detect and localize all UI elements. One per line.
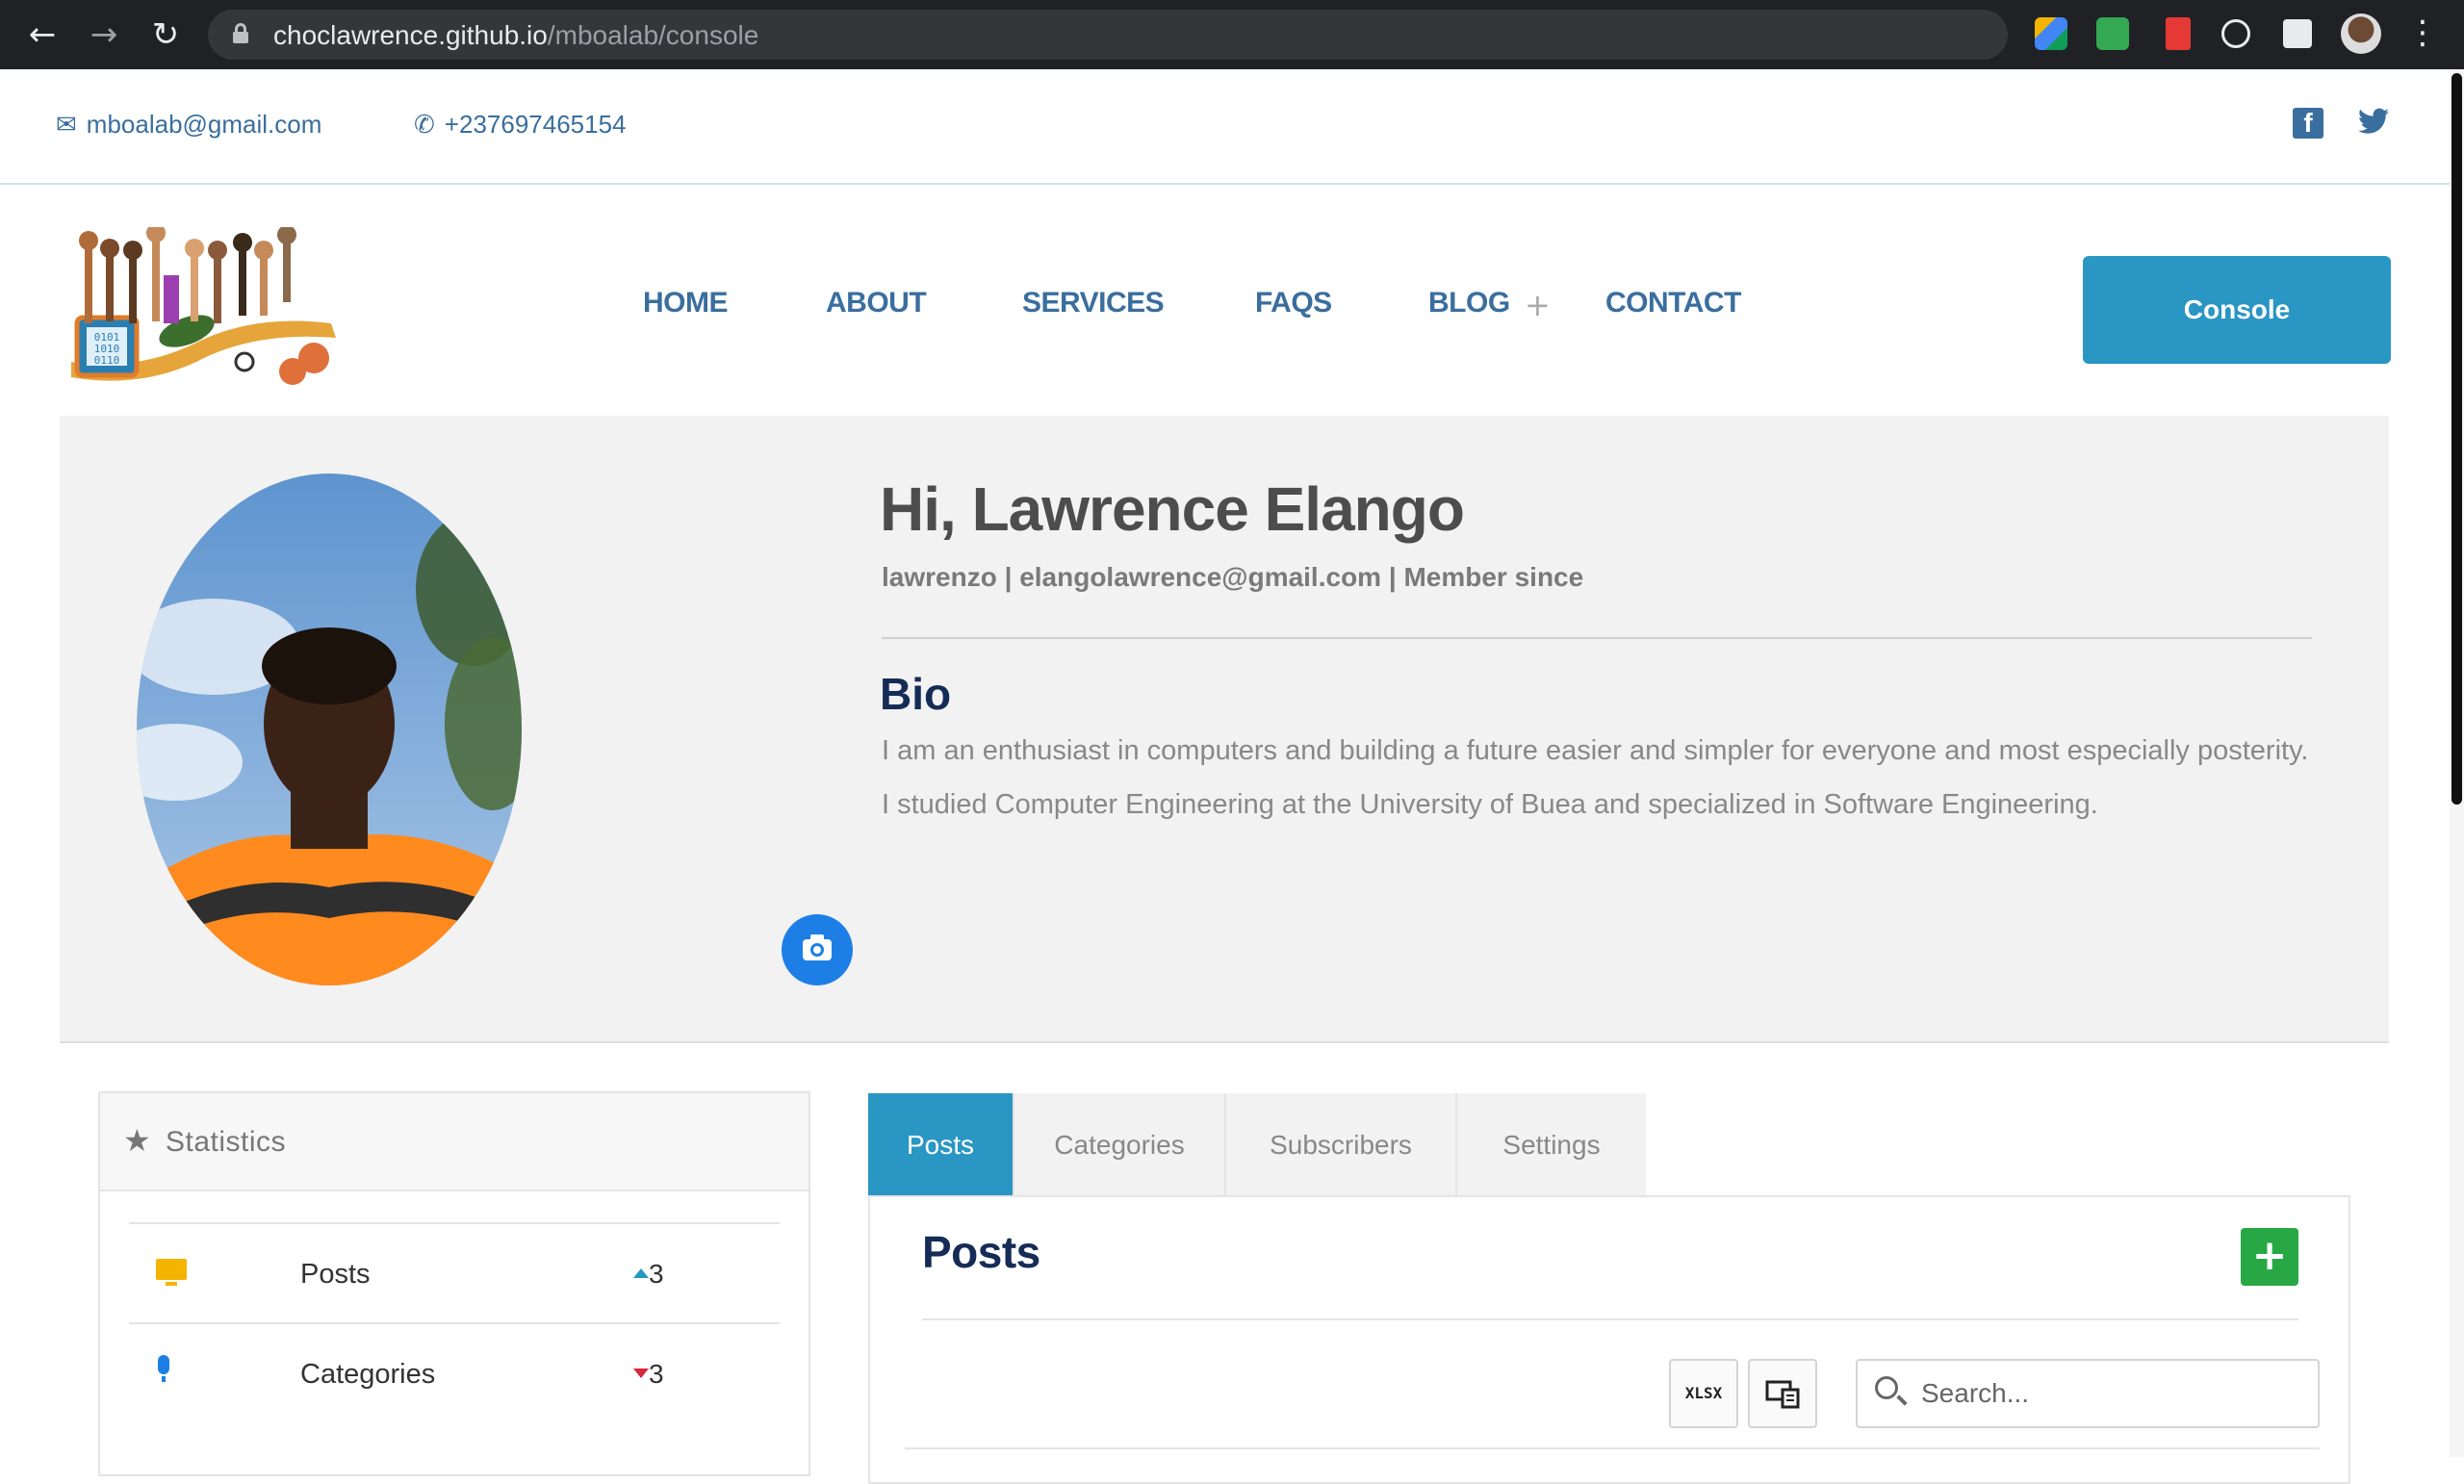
extension-react-icon[interactable] bbox=[2221, 19, 2250, 48]
envelope-icon: ✉ bbox=[56, 111, 77, 140]
stat-label: Categories bbox=[300, 1359, 436, 1390]
stat-count: 3 bbox=[649, 1259, 664, 1289]
nav-faqs[interactable]: FAQS bbox=[1255, 287, 1332, 320]
svg-text:0110: 0110 bbox=[94, 354, 120, 367]
extension-translate-icon[interactable] bbox=[2035, 17, 2067, 50]
star-icon: ★ bbox=[123, 1122, 151, 1159]
phone-icon: ✆ bbox=[414, 111, 435, 140]
nav-home[interactable]: HOME bbox=[643, 287, 729, 320]
statistics-title: Statistics bbox=[166, 1126, 287, 1158]
twitter-icon[interactable] bbox=[2358, 108, 2389, 139]
browser-toolbar: ← → ↻ choclawrence.github.io/mboalab/con… bbox=[0, 0, 2464, 69]
scrollbar-thumb[interactable] bbox=[2451, 73, 2462, 805]
address-bar[interactable]: choclawrence.github.io/mboalab/console ☆ bbox=[208, 10, 2193, 60]
phone-link[interactable]: ✆ +237697465154 bbox=[414, 110, 627, 140]
reload-icon[interactable]: ↻ bbox=[144, 13, 187, 56]
statistics-header: ★ Statistics bbox=[100, 1093, 808, 1191]
posts-panel: Posts + XLSX bbox=[868, 1195, 2350, 1484]
lock-icon bbox=[233, 23, 248, 43]
url-text[interactable]: choclawrence.github.io/mboalab/console bbox=[273, 20, 758, 51]
change-photo-button[interactable] bbox=[782, 914, 853, 985]
trend-up-icon bbox=[633, 1268, 649, 1278]
table-top-border bbox=[905, 1447, 2320, 1449]
profile-divider bbox=[882, 637, 2312, 639]
camera-icon bbox=[810, 943, 824, 957]
profile-photo bbox=[137, 473, 522, 985]
nav-contact[interactable]: CONTACT bbox=[1605, 287, 1741, 320]
nav-about[interactable]: ABOUT bbox=[826, 287, 927, 320]
monitor-icon bbox=[156, 1259, 187, 1286]
phone-text[interactable]: +237697465154 bbox=[445, 110, 627, 139]
bio-text: I am an enthusiast in computers and buil… bbox=[882, 735, 2309, 820]
email-text[interactable]: mboalab@gmail.com bbox=[87, 110, 322, 139]
mboalab-logo[interactable]: 0101 1010 0110 bbox=[62, 223, 346, 387]
add-post-button[interactable]: + bbox=[2241, 1228, 2298, 1286]
search-input[interactable] bbox=[1921, 1374, 2306, 1413]
tab-posts[interactable]: Posts bbox=[868, 1093, 1014, 1197]
facebook-icon[interactable]: f bbox=[2293, 108, 2323, 139]
blog-expand-icon[interactable]: + bbox=[1525, 287, 1551, 323]
profile-meta: lawrenzo | elangolawrence@gmail.com | Me… bbox=[882, 562, 1584, 592]
browser-menu-icon[interactable]: ⋮ bbox=[2406, 13, 2439, 52]
stat-label: Posts bbox=[300, 1259, 371, 1290]
bio-heading: Bio bbox=[880, 669, 952, 719]
statistics-card: ★ Statistics Posts 3 Categories 3 bbox=[98, 1091, 810, 1476]
column-toggle-button[interactable] bbox=[1748, 1359, 1817, 1428]
tab-categories[interactable]: Categories bbox=[1014, 1093, 1226, 1197]
forward-icon[interactable]: → bbox=[83, 13, 125, 56]
extension-office-icon[interactable] bbox=[2166, 17, 2191, 50]
console-button[interactable]: Console bbox=[2083, 256, 2391, 364]
extensions-puzzle-icon[interactable] bbox=[2283, 19, 2312, 48]
stat-count: 3 bbox=[649, 1359, 664, 1389]
profile-panel: Hi, Lawrence Elango lawrenzo | elangolaw… bbox=[60, 416, 2389, 1043]
contact-bar: ✉ mboalab@gmail.com ✆ +237697465154 f bbox=[0, 69, 2450, 185]
posts-heading: Posts bbox=[922, 1227, 1040, 1277]
profile-avatar-icon[interactable] bbox=[2341, 13, 2381, 54]
export-xlsx-button[interactable]: XLSX bbox=[1669, 1359, 1738, 1428]
tab-subscribers[interactable]: Subscribers bbox=[1226, 1093, 1457, 1197]
tab-settings[interactable]: Settings bbox=[1457, 1093, 1646, 1197]
search-icon bbox=[1875, 1376, 1898, 1399]
search-field[interactable] bbox=[1856, 1359, 2320, 1428]
back-icon[interactable]: ← bbox=[21, 13, 64, 56]
microphone-icon bbox=[158, 1355, 169, 1382]
posts-divider bbox=[922, 1318, 2298, 1320]
stat-row-posts: Posts 3 bbox=[129, 1222, 780, 1322]
trend-down-icon bbox=[633, 1369, 649, 1378]
nav-services[interactable]: SERVICES bbox=[1022, 287, 1165, 320]
email-link[interactable]: ✉ mboalab@gmail.com bbox=[56, 110, 321, 140]
stat-row-categories: Categories 3 bbox=[129, 1322, 780, 1422]
profile-greeting: Hi, Lawrence Elango bbox=[880, 474, 1465, 544]
columns-icon bbox=[1765, 1380, 1800, 1408]
nav-blog[interactable]: BLOG bbox=[1428, 287, 1510, 320]
extension-cors-icon[interactable] bbox=[2096, 17, 2129, 50]
